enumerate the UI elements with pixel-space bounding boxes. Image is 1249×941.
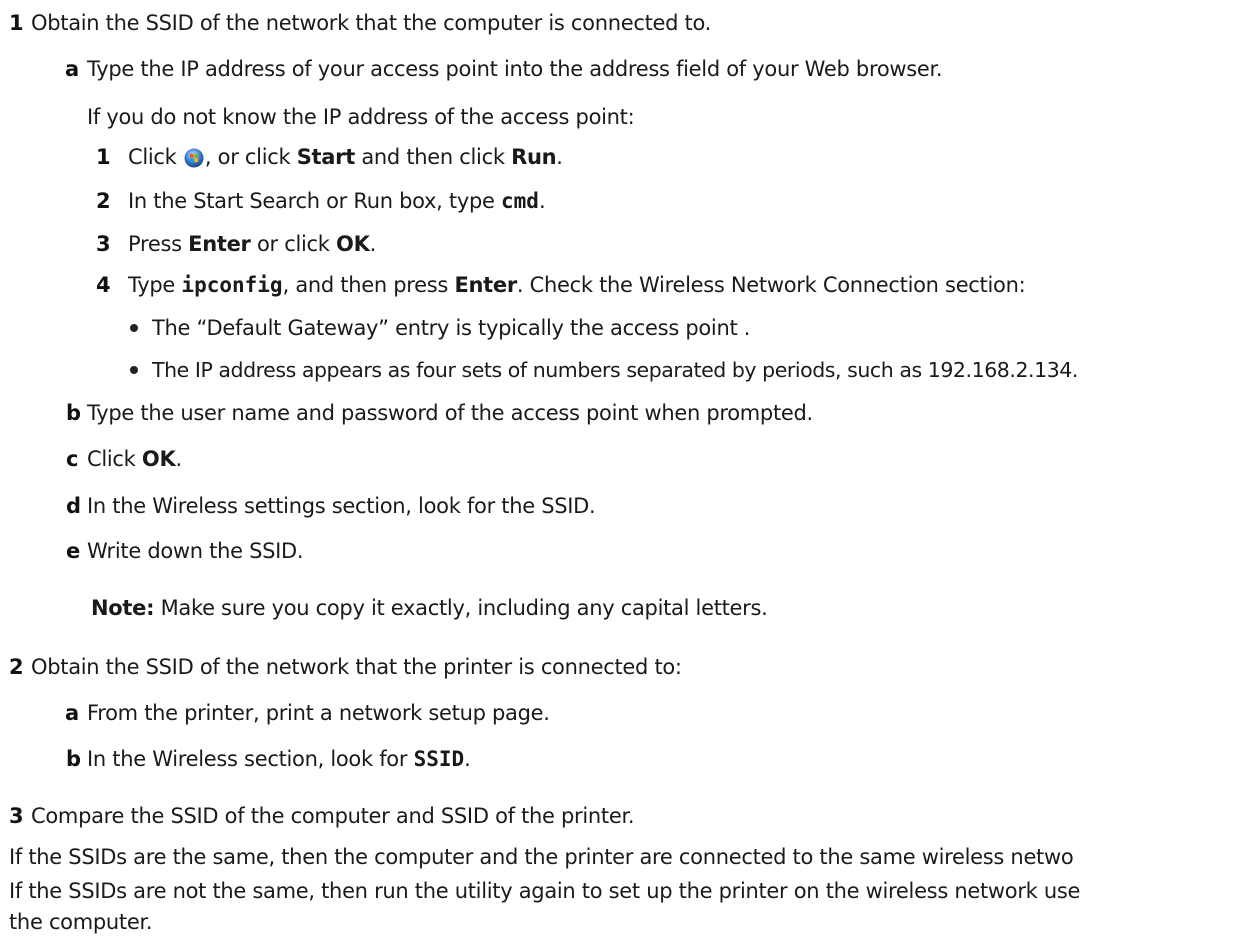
code-text: ipconfig	[181, 273, 283, 297]
paragraph-text: If you do not know the IP address of the…	[87, 105, 635, 129]
bullet-text: The IP address appears as four sets of n…	[152, 358, 1078, 382]
note-label: Note:	[91, 596, 155, 620]
step-number: 1	[9, 11, 24, 35]
step-text: Compare the SSID of the computer and SSI…	[31, 804, 635, 828]
step-number: 3	[9, 804, 24, 828]
substep-letter: a	[65, 57, 79, 81]
substep-text: Type the user name and password of the a…	[87, 401, 813, 425]
code-text: SSID	[413, 747, 465, 771]
substep-text: Type the IP address of your access point…	[87, 57, 943, 81]
paragraph-text: the computer.	[9, 910, 153, 934]
document-page: { "steps": { "s1": { "num": "1", "text":…	[0, 0, 1249, 941]
ip-step-text: Press Enter or click OK.	[128, 232, 376, 256]
substep-text: In the Wireless settings section, look f…	[87, 494, 596, 518]
substep-letter: e	[66, 539, 80, 563]
substep-letter: b	[66, 747, 81, 771]
ip-step-number: 1	[96, 145, 111, 169]
ip-step-text: Click , or click Start and then click Ru…	[128, 145, 563, 169]
bullet-dot	[130, 366, 138, 374]
code-text: cmd	[501, 189, 539, 213]
substep-text: In the Wireless section, look for SSID.	[87, 747, 471, 771]
substep-text: Write down the SSID.	[87, 539, 304, 563]
step-text: Obtain the SSID of the network that the …	[31, 11, 712, 35]
substep-letter: d	[66, 494, 81, 518]
substep-letter: c	[66, 447, 79, 471]
step-number: 2	[9, 655, 24, 679]
substep-text: From the printer, print a network setup …	[87, 701, 550, 725]
step-3-paragraph-1: If the SSIDs are the same, then the comp…	[0, 842, 1249, 872]
note-text: Note: Make sure you copy it exactly, inc…	[91, 596, 768, 620]
ip-step-number: 2	[96, 189, 111, 213]
ip-step-text: Type ipconfig, and then press Enter. Che…	[128, 273, 1026, 297]
step-3-paragraph-2: If the SSIDs are not the same, then run …	[0, 876, 1249, 906]
paragraph-text: If the SSIDs are not the same, then run …	[9, 879, 1081, 903]
windows-start-orb-icon	[184, 146, 204, 168]
ip-step-number: 3	[96, 232, 111, 256]
bullet-text: The “Default Gateway” entry is typically…	[152, 316, 751, 340]
paragraph-text: If the SSIDs are the same, then the comp…	[9, 845, 1074, 869]
bullet-dot	[130, 324, 138, 332]
ip-step-text: In the Start Search or Run box, type cmd…	[128, 189, 546, 213]
substep-letter: b	[66, 401, 81, 425]
ip-step-number: 4	[96, 273, 111, 297]
substep-text: Click OK.	[87, 447, 182, 471]
substep-letter: a	[65, 701, 79, 725]
step-text: Obtain the SSID of the network that the …	[31, 655, 682, 679]
